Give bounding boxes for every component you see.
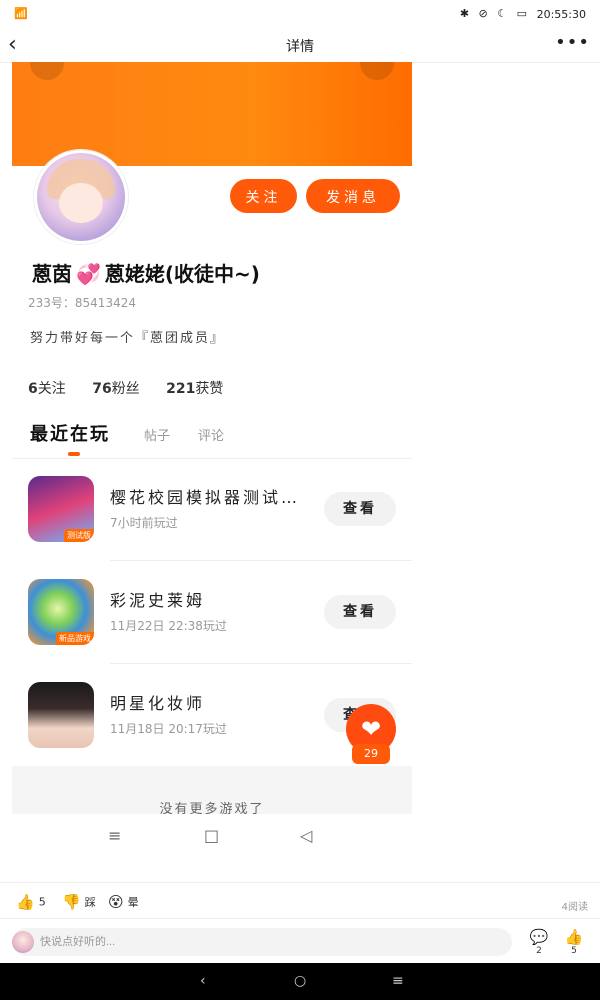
divider xyxy=(110,560,412,561)
follow-button[interactable]: 关注 xyxy=(230,179,297,213)
game-played-time: 7小时前玩过 xyxy=(110,516,178,530)
divider xyxy=(0,918,600,919)
send-message-button[interactable]: 发消息 xyxy=(306,179,400,213)
status-icons: ✱ ⊘ ☾ ▭ xyxy=(459,7,530,20)
tab-posts[interactable]: 帖子 xyxy=(144,425,170,444)
no-more-banner: 没有更多游戏了 xyxy=(12,766,412,817)
thumbs-down-icon: 👎 xyxy=(62,893,81,911)
more-icon[interactable]: ••• xyxy=(555,32,590,53)
game-played-time: 11月18日 20:17玩过 xyxy=(110,722,227,736)
read-count: 4阅读 xyxy=(561,902,588,913)
game-name: 彩泥史莱姆 xyxy=(110,591,206,610)
profile-stats: 6关注 76粉丝 221获赞 xyxy=(28,378,245,398)
likes-label: 获赞 xyxy=(195,381,224,397)
avatar[interactable] xyxy=(34,150,128,244)
fans-count: 76 xyxy=(92,381,112,397)
thumbs-up-icon: 👍 xyxy=(564,928,584,946)
game-row[interactable]: 新品游戏 彩泥史莱姆 11月22日 22:38玩过 查看 xyxy=(12,563,412,665)
avatar xyxy=(12,931,34,953)
fans-label: 粉丝 xyxy=(111,381,140,397)
following-label: 关注 xyxy=(37,381,66,397)
comment-count: 2 xyxy=(536,946,542,956)
profile-tabs: 最近在玩 帖子 评论 xyxy=(30,420,410,456)
username-part1: 蒽茵 xyxy=(32,262,72,286)
game-played-time: 11月22日 22:38玩过 xyxy=(110,619,227,633)
dizzy-reaction[interactable]: 😵 晕 xyxy=(108,893,139,911)
fans-stat[interactable]: 76粉丝 xyxy=(92,381,139,397)
sakura-game-icon[interactable]: 测试版 xyxy=(28,476,94,542)
like-action[interactable]: 👍 5 xyxy=(562,928,586,956)
dislike-reaction[interactable]: 👎 踩 xyxy=(62,893,96,911)
view-game-button[interactable]: 查看 xyxy=(324,595,396,629)
tab-comments[interactable]: 评论 xyxy=(198,425,224,444)
comment-input[interactable] xyxy=(12,928,512,956)
divider xyxy=(110,663,412,664)
system-back-icon[interactable]: ‹ xyxy=(200,973,206,989)
system-home-icon[interactable]: ○ xyxy=(294,973,306,989)
back-triangle-icon[interactable]: ◁ xyxy=(300,826,312,845)
user-bio: 努力带好每一个『蒽团成员』 xyxy=(30,331,226,346)
view-game-button[interactable]: 查看 xyxy=(324,492,396,526)
favorite-count: 29 xyxy=(352,744,390,764)
game-name: 樱花校园模拟器测试… xyxy=(110,488,301,507)
status-bar: 📶 ✱ ⊘ ☾ ▭ 20:55:30 xyxy=(0,0,600,28)
page-title: 详情 xyxy=(286,39,314,55)
following-stat[interactable]: 6关注 xyxy=(28,381,66,397)
thumbs-up-icon: 👍 xyxy=(16,893,35,911)
divider xyxy=(0,882,600,883)
tab-recently-played[interactable]: 最近在玩 xyxy=(30,420,110,446)
like-reaction[interactable]: 👍 5 xyxy=(16,893,46,911)
likes-stat[interactable]: 221获赞 xyxy=(166,381,223,397)
username: 蒽茵 💞 蒽姥姥(收徒中~) xyxy=(32,258,260,287)
status-time: 20:55:30 xyxy=(536,8,586,21)
system-menu-icon[interactable]: ≡ xyxy=(392,973,404,989)
comment-action[interactable]: 💬 2 xyxy=(527,928,551,956)
avatar-face xyxy=(59,183,103,223)
like-count: 5 xyxy=(571,946,577,956)
user-id: 233号：85413424 xyxy=(28,296,136,310)
profile-card: 关注 发消息 蒽茵 💞 蒽姥姥(收徒中~) 233号：85413424 努力带好每一… xyxy=(12,62,412,864)
embedded-nav-bar: ≡ □ ◁ xyxy=(12,814,412,862)
dizzy-face-icon: 😵 xyxy=(108,893,124,911)
makeup-game-icon[interactable] xyxy=(28,682,94,748)
home-icon[interactable]: □ xyxy=(204,826,219,845)
username-part2: 蒽姥姥(收徒中~) xyxy=(104,262,260,286)
system-nav-bar: ‹ ○ ≡ xyxy=(0,963,600,1000)
banner-more-icon xyxy=(360,62,394,80)
game-row[interactable]: 测试版 樱花校园模拟器测试… 7小时前玩过 查看 xyxy=(12,460,412,562)
likes-count: 221 xyxy=(166,381,196,397)
game-badge: 新品游戏 xyxy=(56,632,94,645)
menu-icon[interactable]: ≡ xyxy=(108,826,121,845)
dislike-label: 踩 xyxy=(84,896,96,909)
divider xyxy=(12,458,412,459)
heart-emoji-icon: 💞 xyxy=(76,262,101,286)
wifi-icon: 📶 xyxy=(14,7,28,20)
game-name: 明星化妆师 xyxy=(110,694,206,713)
slime-game-icon[interactable]: 新品游戏 xyxy=(28,579,94,645)
tab-active-indicator xyxy=(68,452,80,456)
like-count: 5 xyxy=(38,895,46,909)
game-badge: 测试版 xyxy=(64,529,94,542)
dizzy-label: 晕 xyxy=(127,896,139,909)
following-count: 6 xyxy=(28,381,38,397)
top-nav-bar: ‹ 详情 ••• xyxy=(0,28,600,63)
comment-bubble-icon: 💬 xyxy=(529,928,549,946)
banner-back-icon xyxy=(30,62,64,80)
